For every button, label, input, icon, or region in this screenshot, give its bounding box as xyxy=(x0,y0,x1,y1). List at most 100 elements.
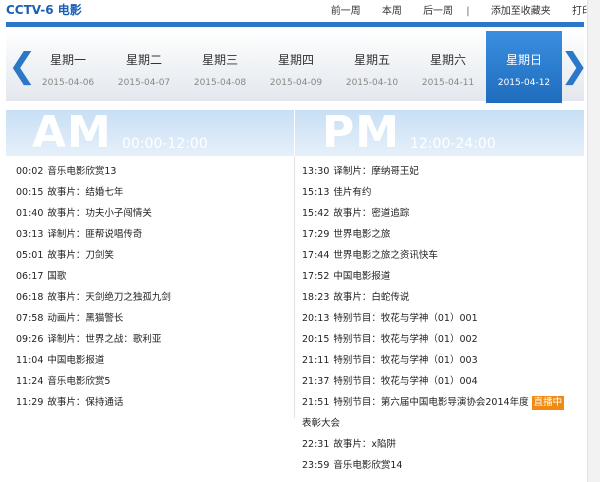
program-time: 21:11 xyxy=(302,355,330,366)
am-range: 00:00-12:00 xyxy=(122,136,208,152)
schedule-item[interactable]: 13:30 译制片：摩纳哥王妃 xyxy=(302,164,582,185)
schedule-item[interactable]: 00:02 音乐电影欣赏13 xyxy=(16,164,286,185)
program-title: 音乐电影欣赏14 xyxy=(333,460,403,471)
program-time: 00:02 xyxy=(16,166,44,177)
am-pm-divider xyxy=(294,110,295,156)
day-date: 2015-04-06 xyxy=(41,78,95,88)
live-badge: 直播中 xyxy=(531,396,565,410)
program-time: 07:58 xyxy=(16,313,44,324)
program-title: 故事片：天剑绝刀之独孤九剑 xyxy=(47,292,171,303)
program-title: 特别节目：牧花与学神（01）002 xyxy=(333,334,478,345)
program-time: 09:26 xyxy=(16,334,44,345)
am-pm-header: AM 00:00-12:00 PM 12:00-24:00 xyxy=(6,110,584,156)
pm-schedule: 13:30 译制片：摩纳哥王妃 15:13 佳片有约 15:42 故事片：密道追踪 17:2… xyxy=(302,164,582,479)
program-title: 故事片：白蛇传说 xyxy=(333,292,410,303)
schedule-item[interactable]: 00:15 故事片：结婚七年 xyxy=(16,185,286,206)
program-time: 06:18 xyxy=(16,292,44,303)
program-title: 译制片：世界之战：歌利亚 xyxy=(47,334,162,345)
schedule-item[interactable]: 23:59 音乐电影欣赏14 xyxy=(302,458,582,479)
program-title: 世界电影之旅之资讯快车 xyxy=(333,250,438,261)
next-week-link[interactable]: 后一周 xyxy=(423,6,453,17)
day-tab-mon[interactable]: 星期一 2015-04-06 xyxy=(30,31,106,101)
day-name: 星期二 xyxy=(125,53,162,67)
add-favorites-link[interactable]: 添加至收藏夹 xyxy=(491,6,551,17)
prev-arrow-icon[interactable]: ❮ xyxy=(8,43,37,89)
schedule-item[interactable]: 17:29 世界电影之旅 xyxy=(302,227,582,248)
program-title-continued: 表彰大会 xyxy=(302,418,341,429)
program-time: 20:15 xyxy=(302,334,330,345)
schedule-item[interactable]: 09:26 译制片：世界之战：歌利亚 xyxy=(16,332,286,353)
day-name: 星期四 xyxy=(277,53,314,67)
top-links: 前一周 本周 后一周 | 添加至收藏夹 打印 xyxy=(313,2,592,17)
schedule-item[interactable]: 17:52 中国电影报道 xyxy=(302,269,582,290)
program-time: 03:13 xyxy=(16,229,44,240)
program-time: 11:24 xyxy=(16,376,44,387)
day-date: 2015-04-07 xyxy=(117,78,171,88)
day-date: 2015-04-11 xyxy=(421,78,475,88)
day-tab-wed[interactable]: 星期三 2015-04-08 xyxy=(182,31,258,101)
schedule-item-live[interactable]: 21:51 特别节目：第六届中国电影导演协会2014年度 直播中 xyxy=(302,395,582,416)
prev-week-link[interactable]: 前一周 xyxy=(331,6,361,17)
column-divider xyxy=(294,156,295,418)
schedule-item[interactable]: 20:13 特别节目：牧花与学神（01）001 xyxy=(302,311,582,332)
program-title: 世界电影之旅 xyxy=(333,229,391,240)
schedule-item[interactable]: 21:11 特别节目：牧花与学神（01）003 xyxy=(302,353,582,374)
schedule-item[interactable]: 05:01 故事片：刀剑笑 xyxy=(16,248,286,269)
schedule-item[interactable]: 22:31 故事片：x陷阱 xyxy=(302,437,582,458)
program-time: 15:42 xyxy=(302,208,330,219)
day-tab-thu[interactable]: 星期四 2015-04-09 xyxy=(258,31,334,101)
next-arrow-icon[interactable]: ❯ xyxy=(560,43,589,89)
day-date: 2015-04-09 xyxy=(269,78,323,88)
day-tab-sat[interactable]: 星期六 2015-04-11 xyxy=(410,31,486,101)
program-title: 音乐电影欣赏5 xyxy=(47,376,111,387)
program-title: 故事片：结婚七年 xyxy=(47,187,124,198)
program-title: 中国电影报道 xyxy=(333,271,391,282)
schedule-item[interactable]: 06:18 故事片：天剑绝刀之独孤九剑 xyxy=(16,290,286,311)
schedule-item[interactable]: 17:44 世界电影之旅之资讯快车 xyxy=(302,248,582,269)
day-tab-sun[interactable]: 星期日 2015-04-12 xyxy=(486,31,562,103)
am-schedule: 00:02 音乐电影欣赏13 00:15 故事片：结婚七年 01:40 故事片：功夫小子闯… xyxy=(16,164,286,416)
schedule-item[interactable]: 07:58 动画片：黑猫警长 xyxy=(16,311,286,332)
day-tab-tue[interactable]: 星期二 2015-04-07 xyxy=(106,31,182,101)
schedule-item[interactable]: 01:40 故事片：功夫小子闯情关 xyxy=(16,206,286,227)
program-time: 11:04 xyxy=(16,355,44,366)
day-name: 星期六 xyxy=(429,53,466,67)
schedule-item[interactable]: 20:15 特别节目：牧花与学神（01）002 xyxy=(302,332,582,353)
program-title: 音乐电影欣赏13 xyxy=(47,166,117,177)
schedule-item[interactable]: 11:24 音乐电影欣赏5 xyxy=(16,374,286,395)
this-week-link[interactable]: 本周 xyxy=(382,6,402,17)
program-title: 故事片：x陷阱 xyxy=(333,439,397,450)
schedule-item[interactable]: 15:13 佳片有约 xyxy=(302,185,582,206)
schedule-item[interactable]: 06:17 国歌 xyxy=(16,269,286,290)
program-title: 译制片：匪帮说唱传奇 xyxy=(47,229,143,240)
day-name: 星期一 xyxy=(49,53,86,67)
schedule-item[interactable]: 11:04 中国电影报道 xyxy=(16,353,286,374)
schedule-item[interactable]: 21:37 特别节目：牧花与学神（01）004 xyxy=(302,374,582,395)
day-name: 星期五 xyxy=(353,53,390,67)
program-title: 特别节目：牧花与学神（01）004 xyxy=(333,376,478,387)
program-time: 22:31 xyxy=(302,439,330,450)
schedule-item[interactable]: 15:42 故事片：密道追踪 xyxy=(302,206,582,227)
program-title: 特别节目：牧花与学神（01）001 xyxy=(333,313,478,324)
program-title: 动画片：黑猫警长 xyxy=(47,313,124,324)
program-time: 06:17 xyxy=(16,271,44,282)
schedule-item[interactable]: 03:13 译制片：匪帮说唱传奇 xyxy=(16,227,286,248)
schedule-item[interactable]: 11:29 故事片：保持通话 xyxy=(16,395,286,416)
program-time: 01:40 xyxy=(16,208,44,219)
top-bar: CCTV-6 电影 前一周 本周 后一周 | 添加至收藏夹 打印 xyxy=(0,0,600,18)
program-title: 故事片：密道追踪 xyxy=(333,208,410,219)
scrollbar[interactable] xyxy=(587,0,600,482)
program-title: 故事片：功夫小子闯情关 xyxy=(47,208,152,219)
program-time: 21:37 xyxy=(302,376,330,387)
pm-label: PM xyxy=(322,107,401,158)
day-tab-fri[interactable]: 星期五 2015-04-10 xyxy=(334,31,410,101)
day-selector: ❮ 星期一 2015-04-06 星期二 2015-04-07 星期三 2015… xyxy=(6,31,589,103)
schedule-item[interactable]: 18:23 故事片：白蛇传说 xyxy=(302,290,582,311)
link-separator: | xyxy=(466,6,470,17)
program-time: 17:52 xyxy=(302,271,330,282)
program-title: 故事片：保持通话 xyxy=(47,397,124,408)
day-date: 2015-04-12 xyxy=(497,78,551,88)
program-time: 20:13 xyxy=(302,313,330,324)
program-time: 18:23 xyxy=(302,292,330,303)
program-title: 佳片有约 xyxy=(333,187,372,198)
